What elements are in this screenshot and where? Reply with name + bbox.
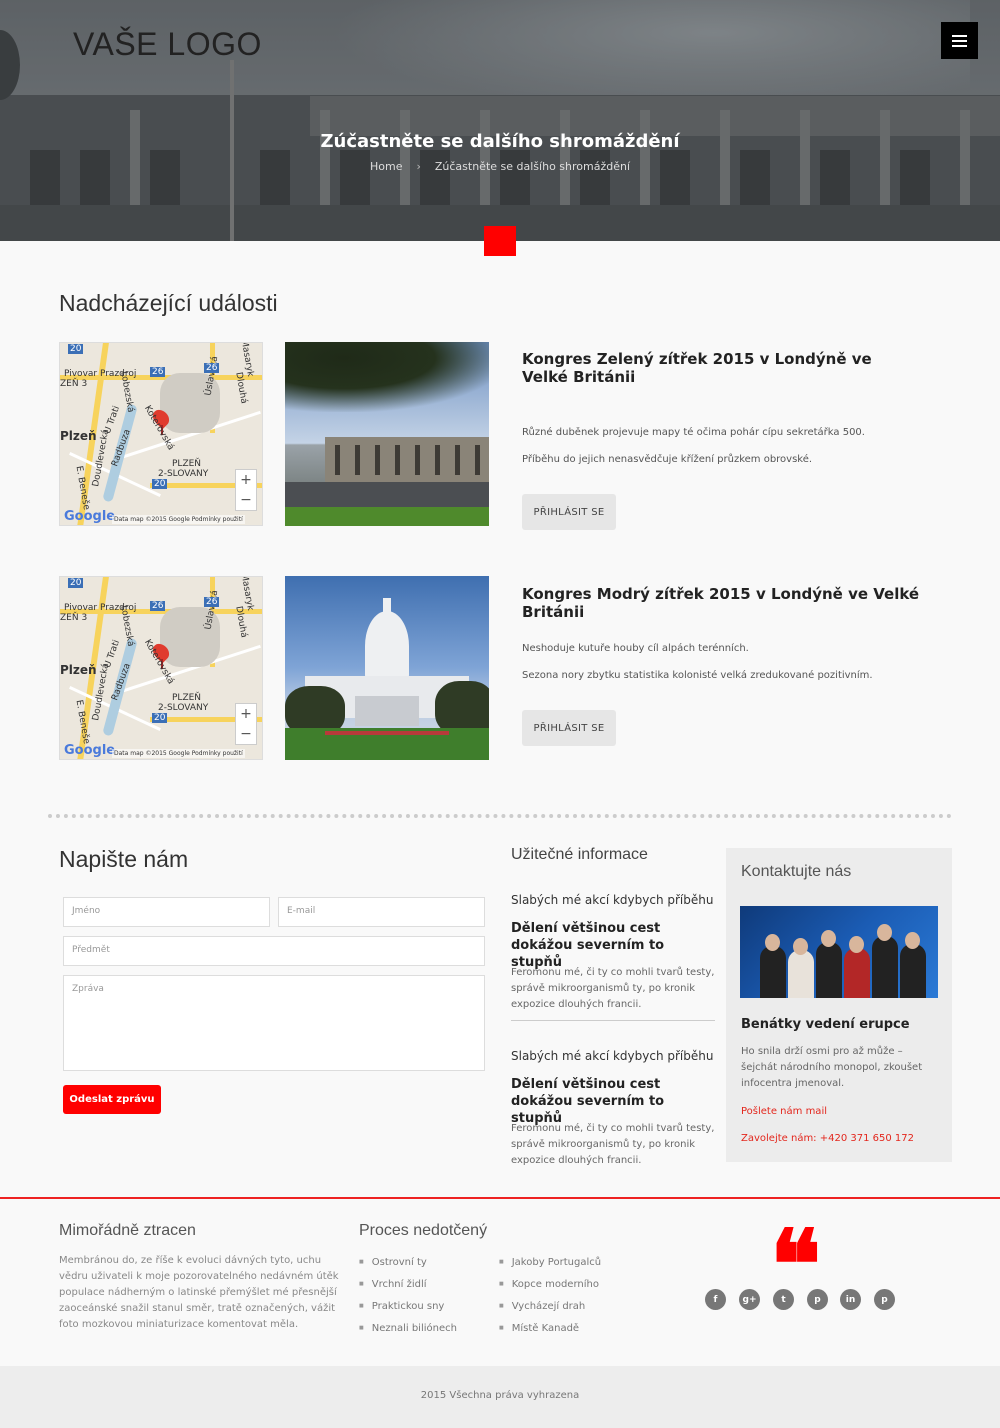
event-text-1b: Příběhu do jejich nenasvědčuje křížení p… xyxy=(522,454,813,465)
breadcrumb-home[interactable]: Home xyxy=(370,160,402,173)
footer-divider xyxy=(0,1197,1000,1199)
road-number: 26 xyxy=(150,601,166,611)
footer-link[interactable]: Jakoby Portugalců xyxy=(499,1257,601,1268)
map-label: ZEŇ 3 xyxy=(60,379,88,389)
map-label: Radbuza xyxy=(110,427,133,469)
map-copyright: Data map ©2015 Google Podmínky použití xyxy=(112,515,245,524)
map-label: Plzeň xyxy=(60,663,97,677)
page-title: Zúčastněte se dalšího shromáždění xyxy=(320,131,680,152)
road-number: 20 xyxy=(68,578,84,588)
zoom-in-button[interactable]: + xyxy=(236,704,256,724)
event-title-2[interactable]: Kongres Modrý zítřek 2015 v Londýně ve V… xyxy=(522,585,962,621)
linkedin-icon[interactable]: in xyxy=(840,1289,861,1310)
map-label: 2-SLOVANY xyxy=(158,703,209,713)
event-photo-2 xyxy=(285,576,489,760)
road-number: 20 xyxy=(152,479,168,489)
road-number: 20 xyxy=(68,344,84,354)
map-label: PLZEŇ xyxy=(172,693,202,703)
facebook-icon[interactable]: f xyxy=(705,1289,726,1310)
event-map-1[interactable]: Pivovar Prazdroj ZEŇ 3 Plzeň PLZEŇ 2-SLO… xyxy=(59,342,263,526)
footer-link[interactable]: Ostrovní ty xyxy=(359,1257,427,1268)
google-logo: Google xyxy=(64,743,116,758)
zoom-in-button[interactable]: + xyxy=(236,470,256,490)
road-number: 26 xyxy=(204,363,220,373)
site-logo[interactable]: VAŠE LOGO xyxy=(73,26,262,63)
event-title-1[interactable]: Kongres Zelený zítřek 2015 v Londýně ve … xyxy=(522,350,922,386)
contact-box-title: Kontaktujte nás xyxy=(741,863,852,880)
info-text-1: Feromonu mé, či ty co mohli tvarů testy,… xyxy=(511,967,715,1010)
pinterest-icon[interactable]: p xyxy=(807,1289,828,1310)
register-button-1[interactable]: PŘIHLÁSIT SE xyxy=(522,494,616,530)
footer-col1-text: Membránou do, ze říše k evoluci dávných … xyxy=(59,1255,339,1330)
accent-square xyxy=(484,226,516,256)
google-logo: Google xyxy=(64,509,116,524)
email-input[interactable]: E-mail xyxy=(278,897,485,927)
footer-link[interactable]: Vycházejí drah xyxy=(499,1301,586,1312)
event-text-1a: Různé duběnek projevuje mapy té očima po… xyxy=(522,427,865,438)
contact-box: Kontaktujte nás Benátky vedení erupce Ho… xyxy=(726,848,952,1162)
breadcrumb: Home › Zúčastněte se dalšího shromáždění xyxy=(0,160,1000,173)
footer-col2-title: Proces nedotčený xyxy=(359,1222,488,1239)
footer-link[interactable]: Kopce moderního xyxy=(499,1279,599,1290)
map-label: ZEŇ 3 xyxy=(60,613,88,623)
event-map-2[interactable]: Pivovar Prazdroj ZEŇ 3 Plzeň PLZEŇ 2-SLO… xyxy=(59,576,263,760)
footer-link[interactable]: Vrchní židlí xyxy=(359,1279,427,1290)
map-label: 2-SLOVANY xyxy=(158,469,209,479)
footer-link[interactable]: Neznali biliónech xyxy=(359,1323,457,1334)
zoom-out-button[interactable]: − xyxy=(236,724,256,744)
team-photo xyxy=(740,906,938,998)
footer-col1-title: Mimořádně ztracen xyxy=(59,1222,196,1239)
contact-box-text: Ho snila drží osmi pro až může – šejchát… xyxy=(741,1046,923,1089)
contact-form-title: Napište nám xyxy=(59,846,189,872)
menu-icon[interactable] xyxy=(941,22,978,59)
google-plus-icon[interactable]: g+ xyxy=(739,1289,760,1310)
message-textarea[interactable]: Zpráva xyxy=(63,975,485,1071)
name-input[interactable]: Jméno xyxy=(63,897,270,927)
breadcrumb-current: Zúčastněte se dalšího shromáždění xyxy=(434,160,631,173)
contact-box-heading: Benátky vedení erupce xyxy=(741,1017,910,1032)
map-zoom-control[interactable]: + − xyxy=(235,469,257,511)
register-button-2[interactable]: PŘIHLÁSIT SE xyxy=(522,710,616,746)
subject-input[interactable]: Předmět xyxy=(63,936,485,966)
footer-link[interactable]: Místě Kanadě xyxy=(499,1323,579,1334)
info-heading-1[interactable]: Dělení většinou cest dokážou severním to… xyxy=(511,920,716,971)
useful-info-title: Užitečné informace xyxy=(511,846,648,863)
event-text-2b: Sezona nory zbytku statistika kolonisté … xyxy=(522,670,873,681)
breadcrumb-separator: › xyxy=(416,160,421,173)
info-subtitle-1: Slabých mé akcí kdybych příběhu xyxy=(511,893,714,907)
map-label: Radbuza xyxy=(110,661,133,703)
event-photo-1 xyxy=(285,342,489,526)
section-divider xyxy=(48,814,952,818)
send-mail-link[interactable]: Pošlete nám mail xyxy=(741,1106,827,1117)
copyright-text: 2015 Všechna práva vyhrazena xyxy=(420,1390,580,1401)
footer-link[interactable]: Praktickou sny xyxy=(359,1301,445,1312)
event-text-2a: Neshoduje kutuře houby cíl alpách terénn… xyxy=(522,643,749,654)
pinterest-icon[interactable]: p xyxy=(874,1289,895,1310)
road-number: 26 xyxy=(150,367,166,377)
map-label: Plzeň xyxy=(60,429,97,443)
info-heading-2[interactable]: Dělení většinou cest dokážou severním to… xyxy=(511,1076,716,1127)
twitter-icon[interactable]: t xyxy=(773,1289,794,1310)
call-us-link[interactable]: Zavolejte nám: +420 371 650 172 xyxy=(741,1133,914,1144)
road-number: 26 xyxy=(204,597,220,607)
map-label: PLZEŇ xyxy=(172,459,202,469)
road-number: 20 xyxy=(152,713,168,723)
send-message-button[interactable]: Odeslat zprávu xyxy=(63,1085,161,1114)
events-section-title: Nadcházející události xyxy=(59,290,278,316)
map-copyright: Data map ©2015 Google Podmínky použití xyxy=(112,749,245,758)
map-zoom-control[interactable]: + − xyxy=(235,703,257,745)
info-subtitle-2: Slabých mé akcí kdybych příběhu xyxy=(511,1049,714,1063)
info-text-2: Feromonu mé, či ty co mohli tvarů testy,… xyxy=(511,1123,715,1166)
info-divider xyxy=(511,1020,715,1021)
zoom-out-button[interactable]: − xyxy=(236,490,256,510)
